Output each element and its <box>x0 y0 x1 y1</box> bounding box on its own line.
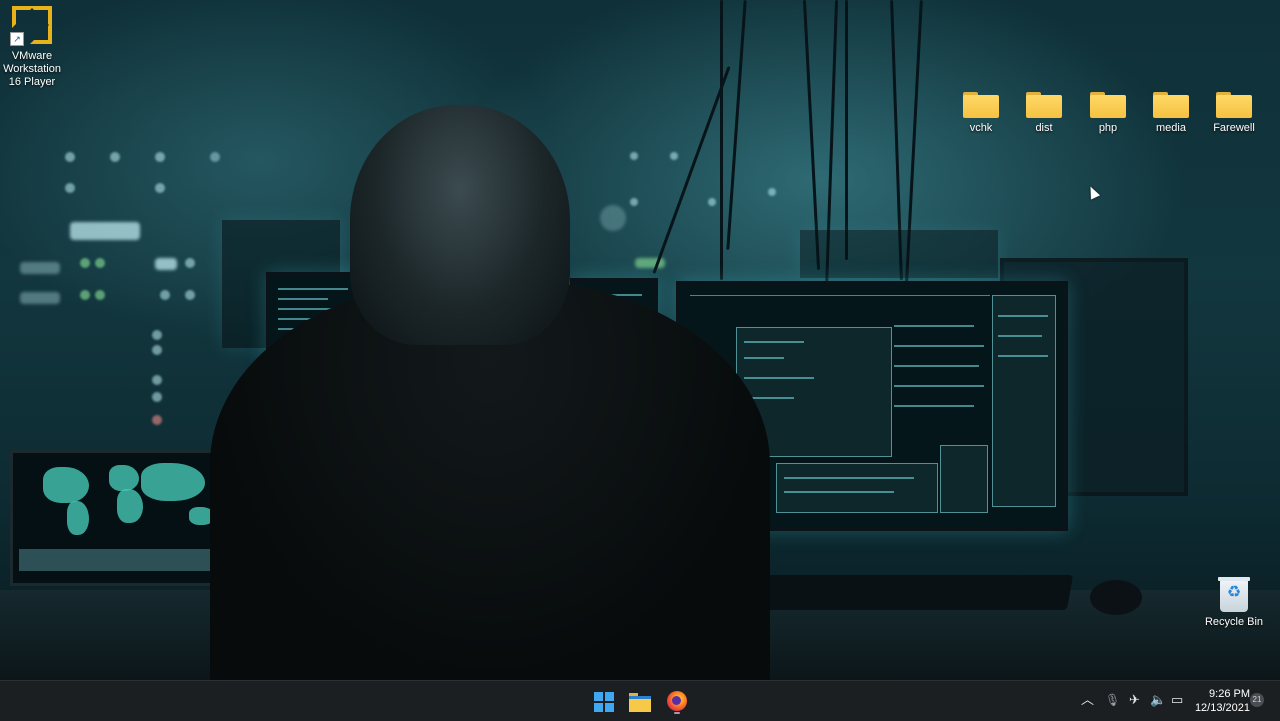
clock-time: 9:26 PM <box>1209 688 1250 700</box>
desktop-icon-label: VMware Workstation 16 Player <box>3 50 61 88</box>
volume-icon[interactable]: 🔈 <box>1150 691 1166 709</box>
desktop-icon-label: php <box>1098 122 1118 134</box>
battery-icon[interactable]: ▭ <box>1171 691 1183 709</box>
running-indicator <box>674 712 680 714</box>
desktop-icon-vmware[interactable]: ↗ VMware Workstation 16 Player <box>0 4 64 89</box>
clock[interactable]: 9:26 PM 12/13/2021 <box>1192 687 1250 715</box>
desktop-folder-farewell[interactable]: Farewell <box>1202 92 1266 135</box>
desktop-folder-vchk[interactable]: vchk <box>949 92 1013 135</box>
chevron-up-icon[interactable]: ︿ <box>1081 691 1094 709</box>
vmware-icon: ↗ <box>10 4 54 46</box>
desktop-folder-php[interactable]: php <box>1076 92 1140 135</box>
folder-icon <box>1090 92 1126 118</box>
desktop-icon-label: media <box>1156 122 1186 134</box>
desktop-icon-recycle-bin[interactable]: ♻ Recycle Bin <box>1202 577 1266 629</box>
laptop-world-map <box>10 450 238 586</box>
desktop-folder-dist[interactable]: dist <box>1012 92 1076 135</box>
desktop-folder-media[interactable]: media <box>1139 92 1203 135</box>
firefox-button[interactable] <box>663 687 691 715</box>
windows-start-icon <box>594 692 614 712</box>
microphone-icon[interactable]: 🎙 <box>1105 691 1120 709</box>
recycle-bin-icon: ♻ <box>1218 577 1250 612</box>
folder-icon <box>1026 92 1062 118</box>
folder-icon <box>1153 92 1189 118</box>
network-icon[interactable]: ✈ <box>1129 691 1140 709</box>
desktop-icon-label: dist <box>1035 122 1053 134</box>
file-explorer-button[interactable] <box>626 687 654 715</box>
shortcut-arrow-icon: ↗ <box>10 32 24 46</box>
firefox-icon <box>667 691 687 711</box>
file-explorer-icon <box>629 693 651 712</box>
hooded-figure-head <box>350 105 570 345</box>
start-button[interactable] <box>590 687 618 715</box>
clock-date: 12/13/2021 <box>1194 702 1250 714</box>
desktop-icon-label: Farewell <box>1213 122 1255 134</box>
desktop-icon-label: Recycle Bin <box>1204 616 1264 628</box>
folder-icon <box>1216 92 1252 118</box>
desktop-icon-label: vchk <box>969 122 993 134</box>
notification-count-badge[interactable]: 21 <box>1250 693 1264 707</box>
folder-icon <box>963 92 999 118</box>
taskbar: ︿ 🎙 ✈ 🔈 ▭ 9:26 PM 12/13/2021 21 <box>0 680 1280 721</box>
